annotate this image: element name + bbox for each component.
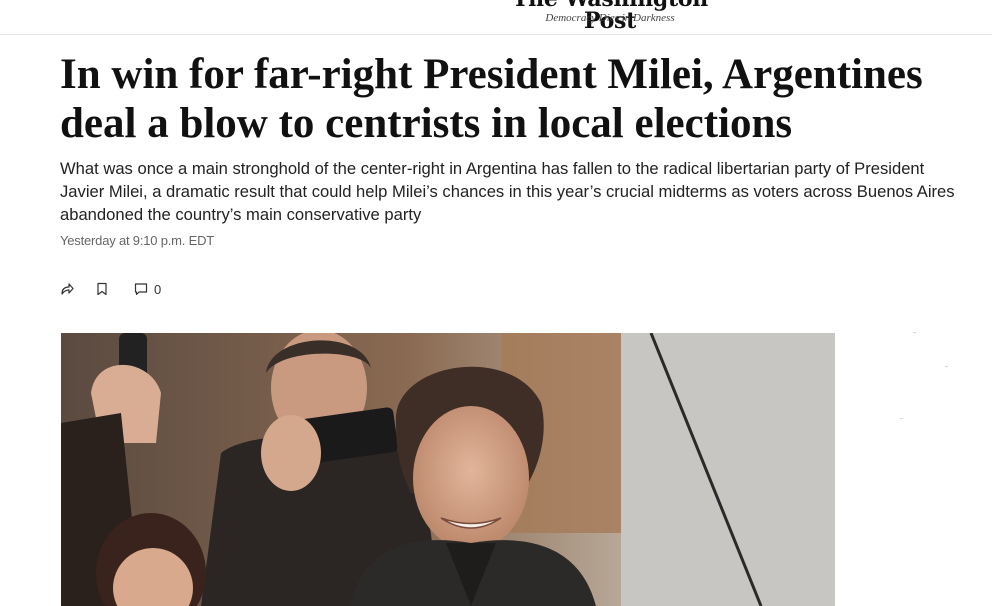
share-icon: [61, 283, 74, 295]
lead-photo-illustration: [61, 333, 835, 606]
masthead: The Washington Post Democracy Dies in Da…: [0, 0, 992, 35]
article-lead-photo[interactable]: [61, 333, 835, 606]
share-button[interactable]: [60, 279, 74, 299]
masthead-tagline: Democracy Dies in Darkness: [545, 12, 675, 24]
article-headline: In win for far-right President Milei, Ar…: [60, 51, 923, 147]
article-actions: 0: [60, 279, 161, 299]
comments-button[interactable]: 0: [134, 279, 161, 299]
article-timestamp: Yesterday at 9:10 p.m. EDT: [60, 233, 215, 248]
comment-count: 0: [154, 281, 162, 297]
bookmark-icon: [97, 282, 107, 296]
save-button[interactable]: [96, 279, 108, 299]
comment-icon: [134, 283, 148, 296]
article-dek: What was once a main stronghold of the c…: [60, 159, 955, 224]
